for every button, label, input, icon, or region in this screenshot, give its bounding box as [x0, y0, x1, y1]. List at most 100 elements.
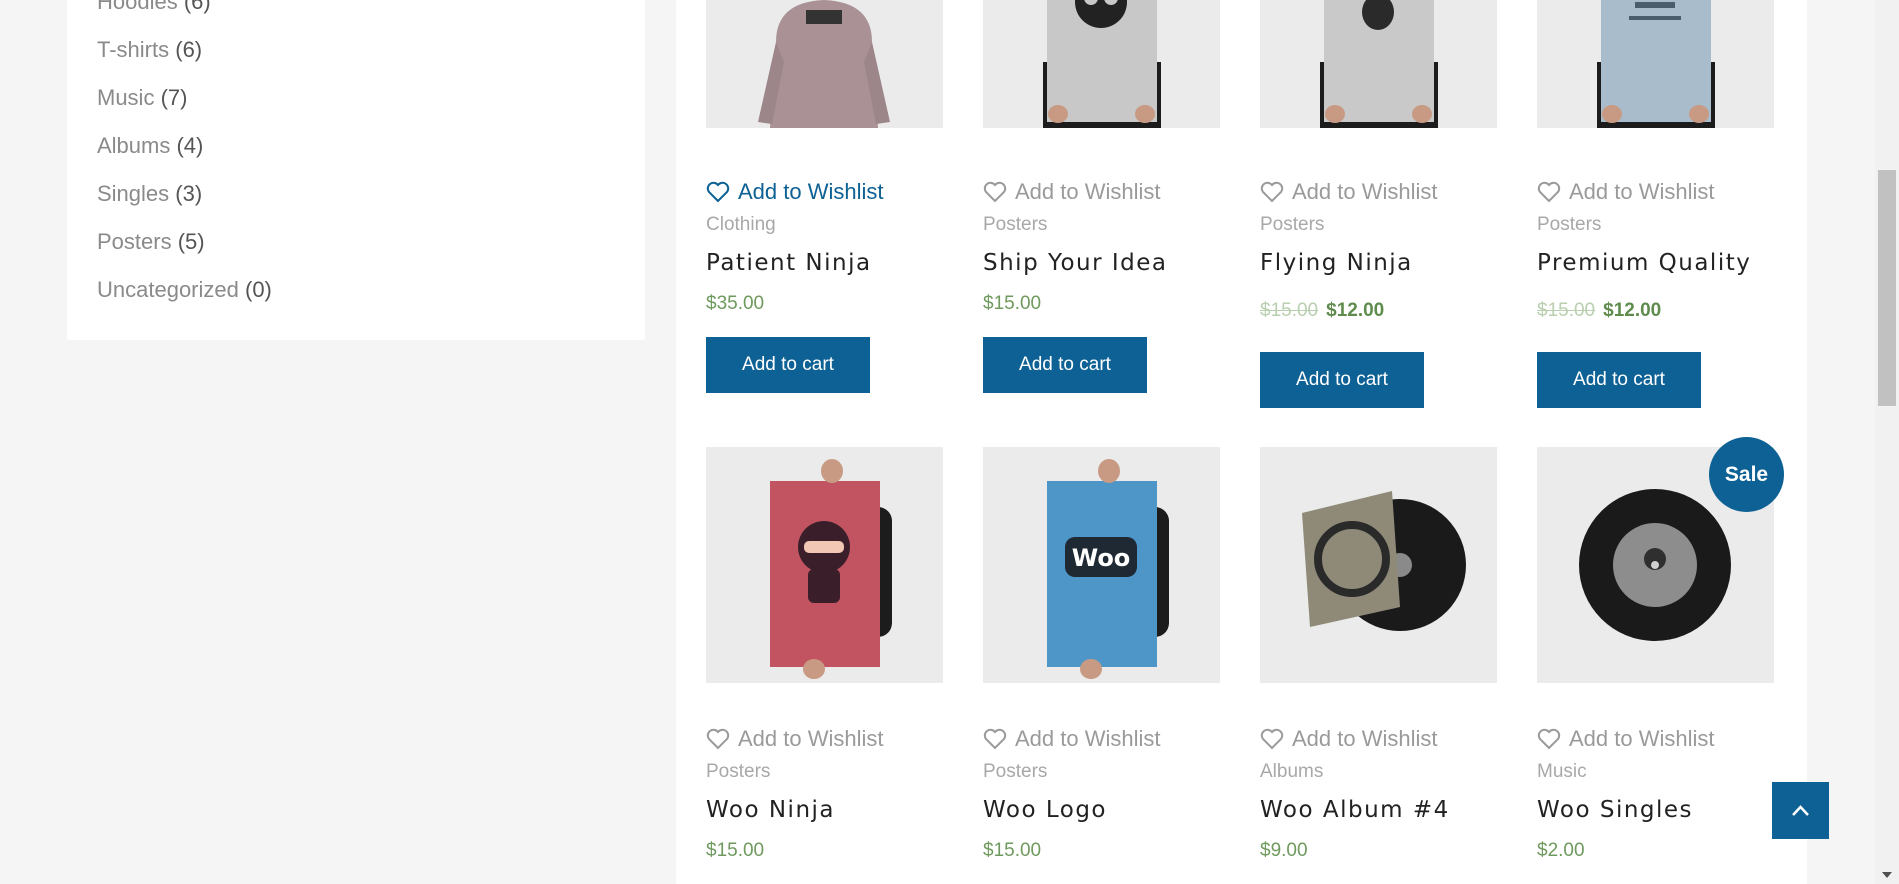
- product-title[interactable]: Flying Ninja: [1260, 250, 1413, 276]
- add-to-wishlist-link[interactable]: Add to Wishlist: [706, 177, 884, 207]
- category-item-posters[interactable]: Posters (5): [97, 218, 272, 266]
- category-count: (7): [160, 85, 188, 110]
- wishlist-label: Add to Wishlist: [1569, 726, 1715, 751]
- category-count: (5): [177, 229, 205, 254]
- vinyl-album-image[interactable]: [1260, 447, 1497, 683]
- premium-poster-image[interactable]: [1537, 0, 1774, 128]
- scrollbar-thumb[interactable]: [1878, 170, 1896, 406]
- category-item-music[interactable]: Music (7): [97, 74, 272, 122]
- add-to-wishlist-link[interactable]: Add to Wishlist: [1537, 177, 1715, 207]
- category-link[interactable]: Albums: [97, 133, 170, 158]
- heart-icon: [1537, 728, 1561, 750]
- category-item-singles[interactable]: Singles (3): [97, 170, 272, 218]
- category-link[interactable]: Hoodies: [97, 0, 178, 14]
- add-to-wishlist-link[interactable]: Add to Wishlist: [983, 177, 1161, 207]
- product-price: $15.00: [983, 840, 1041, 862]
- scroll-down-arrow-icon[interactable]: [1881, 870, 1893, 880]
- product-price: $15.00 $12.00: [1260, 300, 1384, 322]
- product-category[interactable]: Albums: [1260, 761, 1323, 783]
- woo-logo-poster-image[interactable]: Woo: [983, 447, 1220, 683]
- sale-badge: Sale: [1709, 437, 1784, 512]
- add-to-cart-button[interactable]: Add to cart: [1537, 352, 1701, 408]
- wishlist-label: Add to Wishlist: [738, 726, 884, 751]
- product-price: $15.00: [983, 293, 1041, 315]
- ninja-poster-image[interactable]: [1260, 0, 1497, 128]
- back-to-top-button[interactable]: [1772, 782, 1829, 839]
- regular-price: $15.00: [1260, 300, 1319, 321]
- add-to-wishlist-link[interactable]: Add to Wishlist: [1260, 177, 1438, 207]
- product-title[interactable]: Ship Your Idea: [983, 250, 1168, 276]
- product-category[interactable]: Posters: [1260, 214, 1324, 236]
- wishlist-label: Add to Wishlist: [1292, 179, 1438, 204]
- product-price: $2.00: [1537, 840, 1585, 862]
- product-price: $9.00: [1260, 840, 1308, 862]
- wishlist-label: Add to Wishlist: [738, 179, 884, 204]
- add-to-cart-button[interactable]: Add to cart: [1260, 352, 1424, 408]
- skull-poster-image[interactable]: [983, 0, 1220, 128]
- wishlist-label: Add to Wishlist: [1292, 726, 1438, 751]
- category-link[interactable]: Posters: [97, 229, 172, 254]
- product-title[interactable]: Premium Quality: [1537, 250, 1751, 276]
- product-category[interactable]: Posters: [706, 761, 770, 783]
- sale-price: $12.00: [1326, 300, 1385, 321]
- heart-icon: [1260, 728, 1284, 750]
- product-title[interactable]: Patient Ninja: [706, 250, 872, 276]
- heart-icon: [1537, 181, 1561, 203]
- category-link[interactable]: Uncategorized: [97, 277, 239, 302]
- regular-price: $15.00: [1537, 300, 1596, 321]
- category-item-tshirts[interactable]: T-shirts (6): [97, 26, 272, 74]
- product-price: $15.00 $12.00: [1537, 300, 1661, 322]
- product-grid: Add to Wishlist Clothing Patient Ninja $…: [676, 0, 1807, 884]
- category-list: Hoodies (6) T-shirts (6) Music (7) Album…: [97, 0, 272, 314]
- wishlist-label: Add to Wishlist: [1569, 179, 1715, 204]
- heart-icon: [706, 728, 730, 750]
- wishlist-label: Add to Wishlist: [1015, 726, 1161, 751]
- product-category[interactable]: Music: [1537, 761, 1587, 783]
- add-to-wishlist-link[interactable]: Add to Wishlist: [706, 724, 884, 754]
- add-to-wishlist-link[interactable]: Add to Wishlist: [1260, 724, 1438, 754]
- heart-icon: [1260, 181, 1284, 203]
- category-item-uncategorized[interactable]: Uncategorized (0): [97, 266, 272, 314]
- category-link[interactable]: Singles: [97, 181, 169, 206]
- product-category[interactable]: Posters: [1537, 214, 1601, 236]
- heart-icon: [983, 728, 1007, 750]
- add-to-wishlist-link[interactable]: Add to Wishlist: [1537, 724, 1715, 754]
- category-sidebar: Hoodies (6) T-shirts (6) Music (7) Album…: [67, 0, 645, 340]
- product-title[interactable]: Woo Ninja: [706, 797, 835, 823]
- current-price: $9.00: [1260, 840, 1308, 861]
- category-item-albums[interactable]: Albums (4): [97, 122, 272, 170]
- chevron-up-icon: [1792, 805, 1809, 816]
- product-title[interactable]: Woo Singles: [1537, 797, 1693, 823]
- sale-price: $12.00: [1603, 300, 1662, 321]
- category-link[interactable]: Music: [97, 85, 154, 110]
- product-category[interactable]: Posters: [983, 761, 1047, 783]
- svg-text:Woo: Woo: [1072, 544, 1131, 572]
- current-price: $15.00: [983, 293, 1042, 314]
- heart-icon: [983, 181, 1007, 203]
- product-price: $35.00: [706, 293, 764, 315]
- category-count: (6): [183, 0, 211, 14]
- add-to-wishlist-link[interactable]: Add to Wishlist: [983, 724, 1161, 754]
- add-to-cart-button[interactable]: Add to cart: [983, 337, 1147, 393]
- current-price: $35.00: [706, 293, 765, 314]
- current-price: $15.00: [706, 840, 765, 861]
- product-title[interactable]: Woo Album #4: [1260, 797, 1450, 823]
- heart-icon: [706, 181, 730, 203]
- wishlist-label: Add to Wishlist: [1015, 179, 1161, 204]
- category-link[interactable]: T-shirts: [97, 37, 169, 62]
- product-title[interactable]: Woo Logo: [983, 797, 1107, 823]
- add-to-cart-button[interactable]: Add to cart: [706, 337, 870, 393]
- current-price: $2.00: [1537, 840, 1585, 861]
- category-count: (6): [175, 37, 203, 62]
- category-count: (3): [175, 181, 203, 206]
- product-category[interactable]: Clothing: [706, 214, 776, 236]
- category-count: (4): [176, 133, 204, 158]
- product-category[interactable]: Posters: [983, 214, 1047, 236]
- category-count: (0): [245, 277, 272, 302]
- red-ninja-poster-image[interactable]: [706, 447, 943, 683]
- category-item-hoodies[interactable]: Hoodies (6): [97, 0, 272, 26]
- product-price: $15.00: [706, 840, 764, 862]
- page-scrollbar[interactable]: [1875, 0, 1899, 884]
- hoodie-image[interactable]: [706, 0, 943, 128]
- current-price: $15.00: [983, 840, 1042, 861]
